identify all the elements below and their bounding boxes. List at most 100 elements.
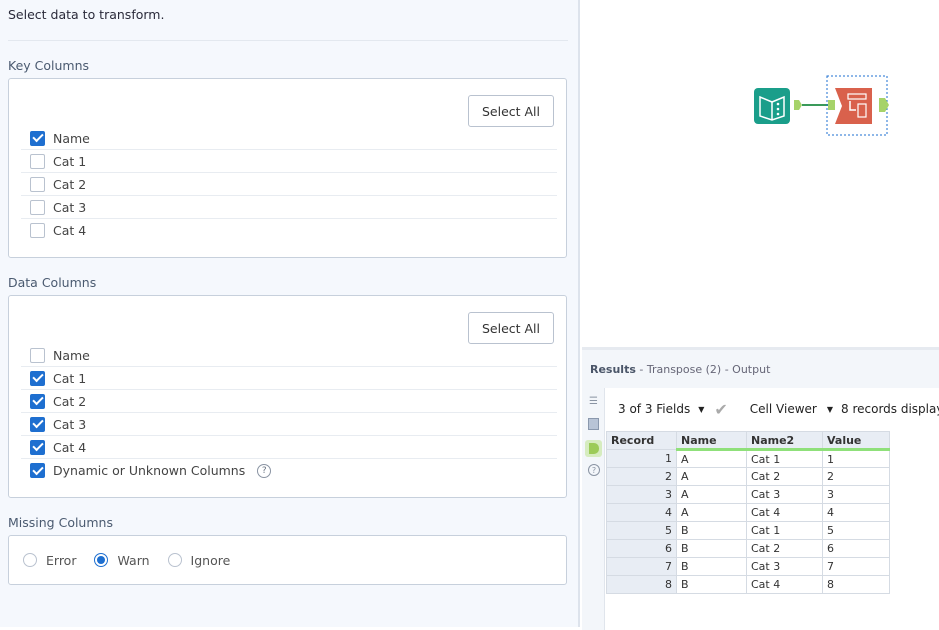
metadata-icon[interactable] [586,416,601,431]
cell-viewer-dropdown[interactable]: Cell Viewer [750,402,817,416]
data-columns-box: Select All Name Cat 1 Cat 2 Cat 3 Cat 4 Dynam… [8,295,567,498]
table-row[interactable]: 5 B Cat 15 [606,521,890,540]
key-columns-heading: Key Columns [8,58,90,73]
checkbox-label: Cat 4 [53,439,87,455]
checkbox-row[interactable]: Dynamic or Unknown Columns? [21,459,557,482]
checkbox-row[interactable]: Name [21,127,557,150]
checkbox[interactable] [30,370,45,386]
output-anchor-icon [794,100,802,110]
table-cell[interactable]: 1 [606,449,677,468]
configuration-panel: Select data to transform. Key Columns Se… [0,0,580,627]
radio-button[interactable] [23,553,37,567]
checkmark-icon[interactable]: ✔ [714,400,727,419]
table-row[interactable]: 7 B Cat 37 [606,557,890,576]
table-cell[interactable]: 1 [822,449,890,468]
checkbox-row[interactable]: Cat 2 [21,173,557,196]
chevron-down-icon[interactable]: ▼ [827,405,833,414]
missing-columns-box: Error Warn Ignore [8,535,567,585]
table-cell[interactable]: 4 [606,503,677,522]
results-subtitle: - Transpose (2) - Output [635,363,771,376]
checkbox-row[interactable]: Cat 1 [21,367,557,390]
checkbox-row[interactable]: Cat 4 [21,436,557,459]
checkbox[interactable] [30,199,45,215]
table-cell[interactable]: 7 [822,557,890,576]
radio-error[interactable]: Error [23,553,76,568]
table-cell[interactable]: A [676,449,747,468]
table-cell[interactable]: B [676,557,747,576]
column-header[interactable]: Name [676,431,747,451]
intro-text: Select data to transform. [8,7,165,22]
table-cell[interactable]: Cat 1 [746,521,823,540]
fields-dropdown[interactable]: 3 of 3 Fields [618,402,690,416]
table-cell[interactable]: Cat 1 [746,449,823,468]
radio-button[interactable] [94,553,109,567]
table-cell[interactable]: A [676,467,747,486]
table-cell[interactable]: B [676,521,747,540]
table-row[interactable]: 6 B Cat 26 [606,539,890,558]
column-header[interactable]: Name2 [746,431,823,451]
checkbox-row[interactable]: Cat 4 [21,219,557,242]
data-view-icon[interactable] [585,440,602,457]
table-cell[interactable]: 8 [822,575,890,594]
checkbox-row[interactable]: Name [21,344,557,367]
table-cell[interactable]: Cat 4 [746,503,823,522]
list-icon[interactable]: ☰ [586,394,601,409]
checkbox[interactable] [30,176,45,192]
checkbox[interactable] [30,439,45,455]
table-cell[interactable]: B [676,575,747,594]
table-cell[interactable]: 2 [822,467,890,486]
workflow-canvas[interactable] [582,0,939,347]
table-cell[interactable]: 2 [606,467,677,486]
table-row[interactable]: 3 A Cat 33 [606,485,890,504]
chevron-down-icon[interactable]: ▼ [698,405,704,414]
checkbox[interactable] [30,393,45,409]
column-header[interactable]: Record [606,431,677,450]
table-cell[interactable]: Cat 3 [746,557,823,576]
checkbox-row[interactable]: Cat 1 [21,150,557,173]
checkbox[interactable] [30,130,45,146]
radio-label: Warn [117,552,150,568]
column-header[interactable]: Value [822,431,890,451]
checkbox-row[interactable]: Cat 3 [21,196,557,219]
checkbox-row[interactable]: Cat 2 [21,390,557,413]
table-cell[interactable]: 3 [822,485,890,504]
radio-ignore[interactable]: Ignore [167,553,230,568]
radio-warn[interactable]: Warn [94,552,150,568]
table-cell[interactable]: 3 [606,485,677,504]
table-cell[interactable]: 5 [822,521,890,540]
divider [8,40,568,41]
table-cell[interactable]: A [676,503,747,522]
table-row[interactable]: 4 A Cat 44 [606,503,890,522]
table-cell[interactable]: 6 [822,539,890,558]
table-cell[interactable]: Cat 3 [746,485,823,504]
key-select-all-button[interactable]: Select All [468,95,554,127]
data-select-all-button[interactable]: Select All [468,312,554,344]
table-cell[interactable]: Cat 2 [746,539,823,558]
checkbox[interactable] [30,223,45,238]
table-row[interactable]: 8 B Cat 48 [606,575,890,594]
checkbox-row[interactable]: Cat 3 [21,413,557,436]
radio-button[interactable] [167,553,182,567]
checkbox-label: Cat 4 [53,223,87,238]
results-toolbar: 3 of 3 Fields ▼ ✔ Cell Viewer ▼ 8 record… [606,388,939,430]
checkbox[interactable] [30,153,45,169]
table-row[interactable]: 2 A Cat 22 [606,467,890,486]
table-cell[interactable]: 7 [606,557,677,576]
table-cell[interactable]: Cat 2 [746,467,823,486]
checkbox[interactable] [30,463,45,478]
results-title: Results [590,363,636,376]
checkbox[interactable] [30,347,45,363]
help-icon[interactable]: ? [257,463,272,478]
input-tool-icon[interactable] [754,88,790,124]
checkbox[interactable] [30,416,45,432]
help-icon[interactable]: ? [588,464,600,476]
transpose-tool-icon[interactable] [835,88,872,124]
table-cell[interactable]: 5 [606,521,677,540]
table-cell[interactable]: Cat 4 [746,575,823,594]
table-cell[interactable]: 8 [606,575,677,594]
table-cell[interactable]: A [676,485,747,504]
table-row[interactable]: 1 A Cat 11 [606,449,890,468]
table-cell[interactable]: 6 [606,539,677,558]
table-cell[interactable]: 4 [822,503,890,522]
table-cell[interactable]: B [676,539,747,558]
